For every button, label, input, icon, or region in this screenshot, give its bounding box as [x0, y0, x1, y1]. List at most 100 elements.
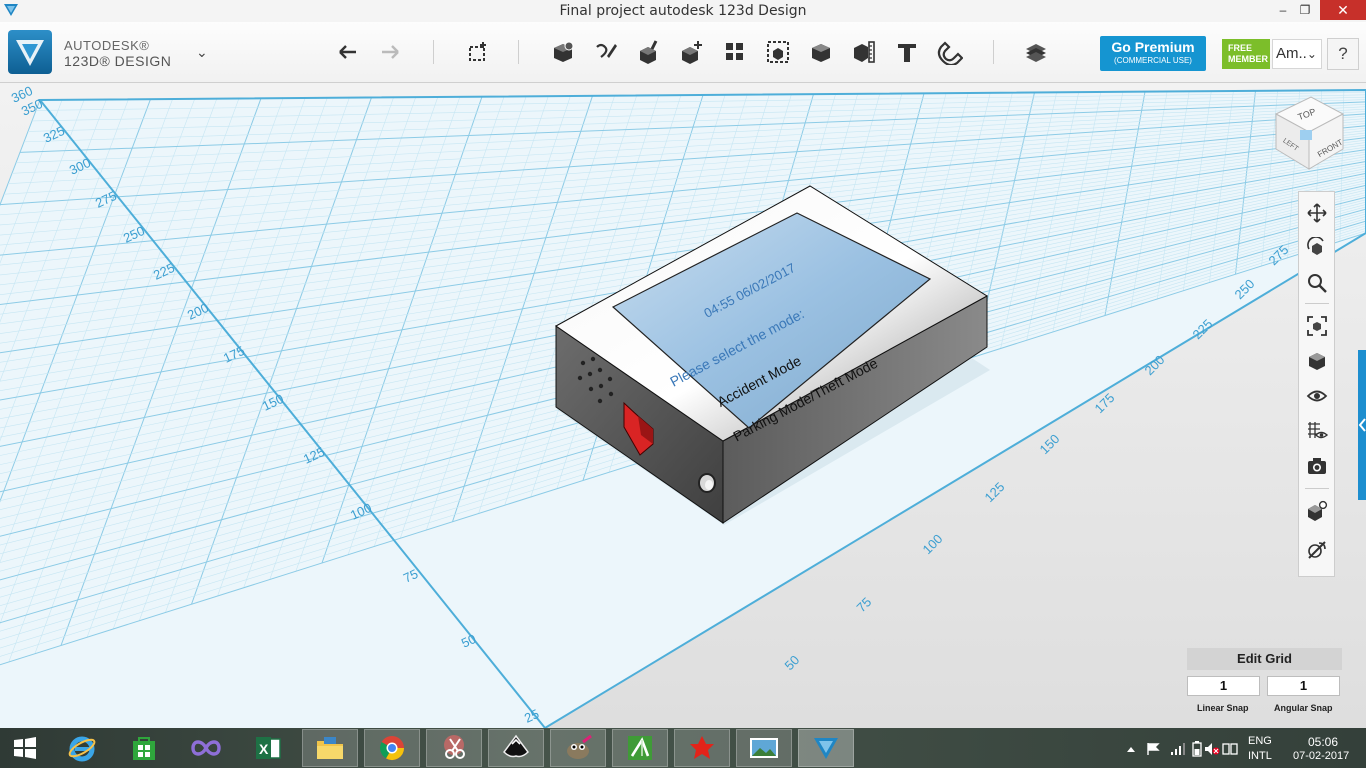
- grid-visibility-button[interactable]: [1304, 418, 1330, 444]
- taskbar-123d-design[interactable]: [798, 729, 854, 767]
- fit-button[interactable]: [1304, 313, 1330, 339]
- nav-separator: [1305, 303, 1329, 304]
- taskbar-store[interactable]: [116, 729, 172, 767]
- windows-taskbar: X ENG INTL 05:06 07-02-2017: [0, 728, 1366, 768]
- transform-tool-button[interactable]: [461, 35, 495, 69]
- windows-logo-icon: [14, 737, 36, 759]
- network-signal-icon[interactable]: [1170, 742, 1186, 756]
- construct-tool-button[interactable]: [632, 35, 666, 69]
- redo-button[interactable]: [373, 35, 407, 69]
- side-panel-toggle[interactable]: [1358, 350, 1366, 500]
- free-member-badge: FREE MEMBER: [1222, 39, 1270, 69]
- user-chevron-icon: ⌄: [1306, 47, 1317, 61]
- close-button[interactable]: ✕: [1320, 0, 1366, 20]
- clock-date[interactable]: 07-02-2017: [1293, 750, 1349, 762]
- taskbar-app-green[interactable]: [612, 729, 668, 767]
- go-premium-label: Go Premium: [1111, 39, 1195, 55]
- autodesk-logo-icon: [16, 40, 44, 66]
- materials-button[interactable]: [1304, 498, 1330, 524]
- sketch-tool-button[interactable]: [589, 35, 623, 69]
- maximize-button[interactable]: ❐: [1292, 0, 1318, 20]
- taskbar-gimp[interactable]: [550, 729, 606, 767]
- app-menu-chevron-icon[interactable]: ⌄: [196, 44, 208, 61]
- taskbar-file-explorer[interactable]: [302, 729, 358, 767]
- layers-icon: [1026, 44, 1046, 62]
- combine-tool-button[interactable]: [804, 35, 838, 69]
- taskbar-ie[interactable]: [54, 729, 110, 767]
- taskbar-visual-studio[interactable]: [178, 729, 234, 767]
- navigation-toolbar: [1298, 191, 1335, 577]
- render-icon: [1308, 541, 1326, 559]
- edit-grid-button[interactable]: Edit Grid: [1187, 648, 1342, 670]
- toolbar-separator: [993, 40, 994, 64]
- user-name: Am..: [1276, 45, 1307, 62]
- orbit-button[interactable]: [1304, 235, 1330, 261]
- material-tool-button[interactable]: [1019, 35, 1053, 69]
- views-icon: [1309, 353, 1325, 370]
- action-center-flag-icon[interactable]: [1146, 742, 1160, 756]
- window-titlebar: Final project autodesk 123d Design – ❐ ✕: [0, 0, 1366, 23]
- svg-text:X: X: [259, 741, 269, 757]
- camera-icon: [1308, 458, 1326, 474]
- taskbar-photos[interactable]: [736, 729, 792, 767]
- screenshot-button[interactable]: [1304, 453, 1330, 479]
- orbit-icon: [1307, 237, 1324, 255]
- pan-icon: [1307, 203, 1327, 223]
- user-account-menu[interactable]: Am..⌄: [1272, 39, 1322, 69]
- battery-icon[interactable]: [1192, 741, 1202, 757]
- fit-icon: [1307, 316, 1327, 336]
- views-button[interactable]: [1304, 348, 1330, 374]
- input-language-line1[interactable]: ENG: [1248, 735, 1272, 747]
- modify-tool-button[interactable]: [675, 35, 709, 69]
- tray-expand-icon[interactable]: [1126, 744, 1136, 754]
- render-button[interactable]: [1304, 537, 1330, 563]
- angular-snap-label: Angular Snap: [1274, 703, 1333, 713]
- internet-explorer-icon: [68, 736, 96, 762]
- pattern-tool-button[interactable]: [718, 35, 752, 69]
- design-app-icon: [628, 736, 652, 760]
- eye-icon: [1306, 390, 1328, 402]
- app-menu-button[interactable]: [8, 30, 52, 74]
- brand-line2: 123D® DESIGN: [64, 53, 172, 69]
- zoom-button[interactable]: [1304, 270, 1330, 296]
- grouping-tool-button[interactable]: [761, 35, 795, 69]
- angular-snap-input[interactable]: 1: [1267, 676, 1340, 696]
- go-premium-button[interactable]: Go Premium (COMMERCIAL USE): [1100, 36, 1206, 71]
- taskbar-app-red[interactable]: [674, 729, 730, 767]
- toolbar-separator: [433, 40, 434, 64]
- chrome-icon: [379, 736, 404, 761]
- help-button[interactable]: ?: [1327, 38, 1359, 70]
- text-tool-button[interactable]: [890, 35, 924, 69]
- taskbar-excel[interactable]: X: [240, 729, 296, 767]
- linear-snap-label: Linear Snap: [1197, 703, 1249, 713]
- inkscape-icon: [503, 734, 529, 758]
- 3d-viewport[interactable]: 360 350 325 300 275 250 225 200 175 150 125 100 75 50…: [0, 83, 1366, 728]
- pan-button[interactable]: [1304, 200, 1330, 226]
- taskbar-inkscape[interactable]: [488, 729, 544, 767]
- remote-desktop-icon[interactable]: [1222, 741, 1238, 757]
- measure-icon: [854, 41, 875, 63]
- zoom-icon: [1308, 274, 1327, 293]
- canvas-scene[interactable]: 3603503253002752502252001751501251007550…: [0, 83, 1366, 728]
- linear-snap-input[interactable]: 1: [1187, 676, 1260, 696]
- measure-tool-button[interactable]: [847, 35, 881, 69]
- taskbar-chrome[interactable]: [364, 729, 420, 767]
- go-premium-sublabel: (COMMERCIAL USE): [1114, 56, 1192, 65]
- undo-icon: [339, 45, 356, 59]
- viewcube-corner-highlight: [1300, 130, 1312, 140]
- text-icon: [898, 44, 916, 62]
- clock-time[interactable]: 05:06: [1308, 735, 1338, 749]
- combine-icon: [812, 44, 830, 62]
- start-button[interactable]: [0, 729, 50, 767]
- system-tray: ENG INTL 05:06 07-02-2017: [1122, 728, 1366, 768]
- materials-icon: [1308, 500, 1328, 521]
- taskbar-snipping-tool[interactable]: [426, 729, 482, 767]
- input-language-line2[interactable]: INTL: [1248, 750, 1272, 762]
- primitives-tool-button[interactable]: [546, 35, 580, 69]
- sketch-icon: [596, 43, 617, 58]
- snap-tool-button[interactable]: [933, 35, 967, 69]
- grid-eye-icon: [1308, 422, 1328, 439]
- undo-button[interactable]: [331, 35, 365, 69]
- visibility-button[interactable]: [1304, 383, 1330, 409]
- volume-muted-icon[interactable]: [1204, 742, 1220, 756]
